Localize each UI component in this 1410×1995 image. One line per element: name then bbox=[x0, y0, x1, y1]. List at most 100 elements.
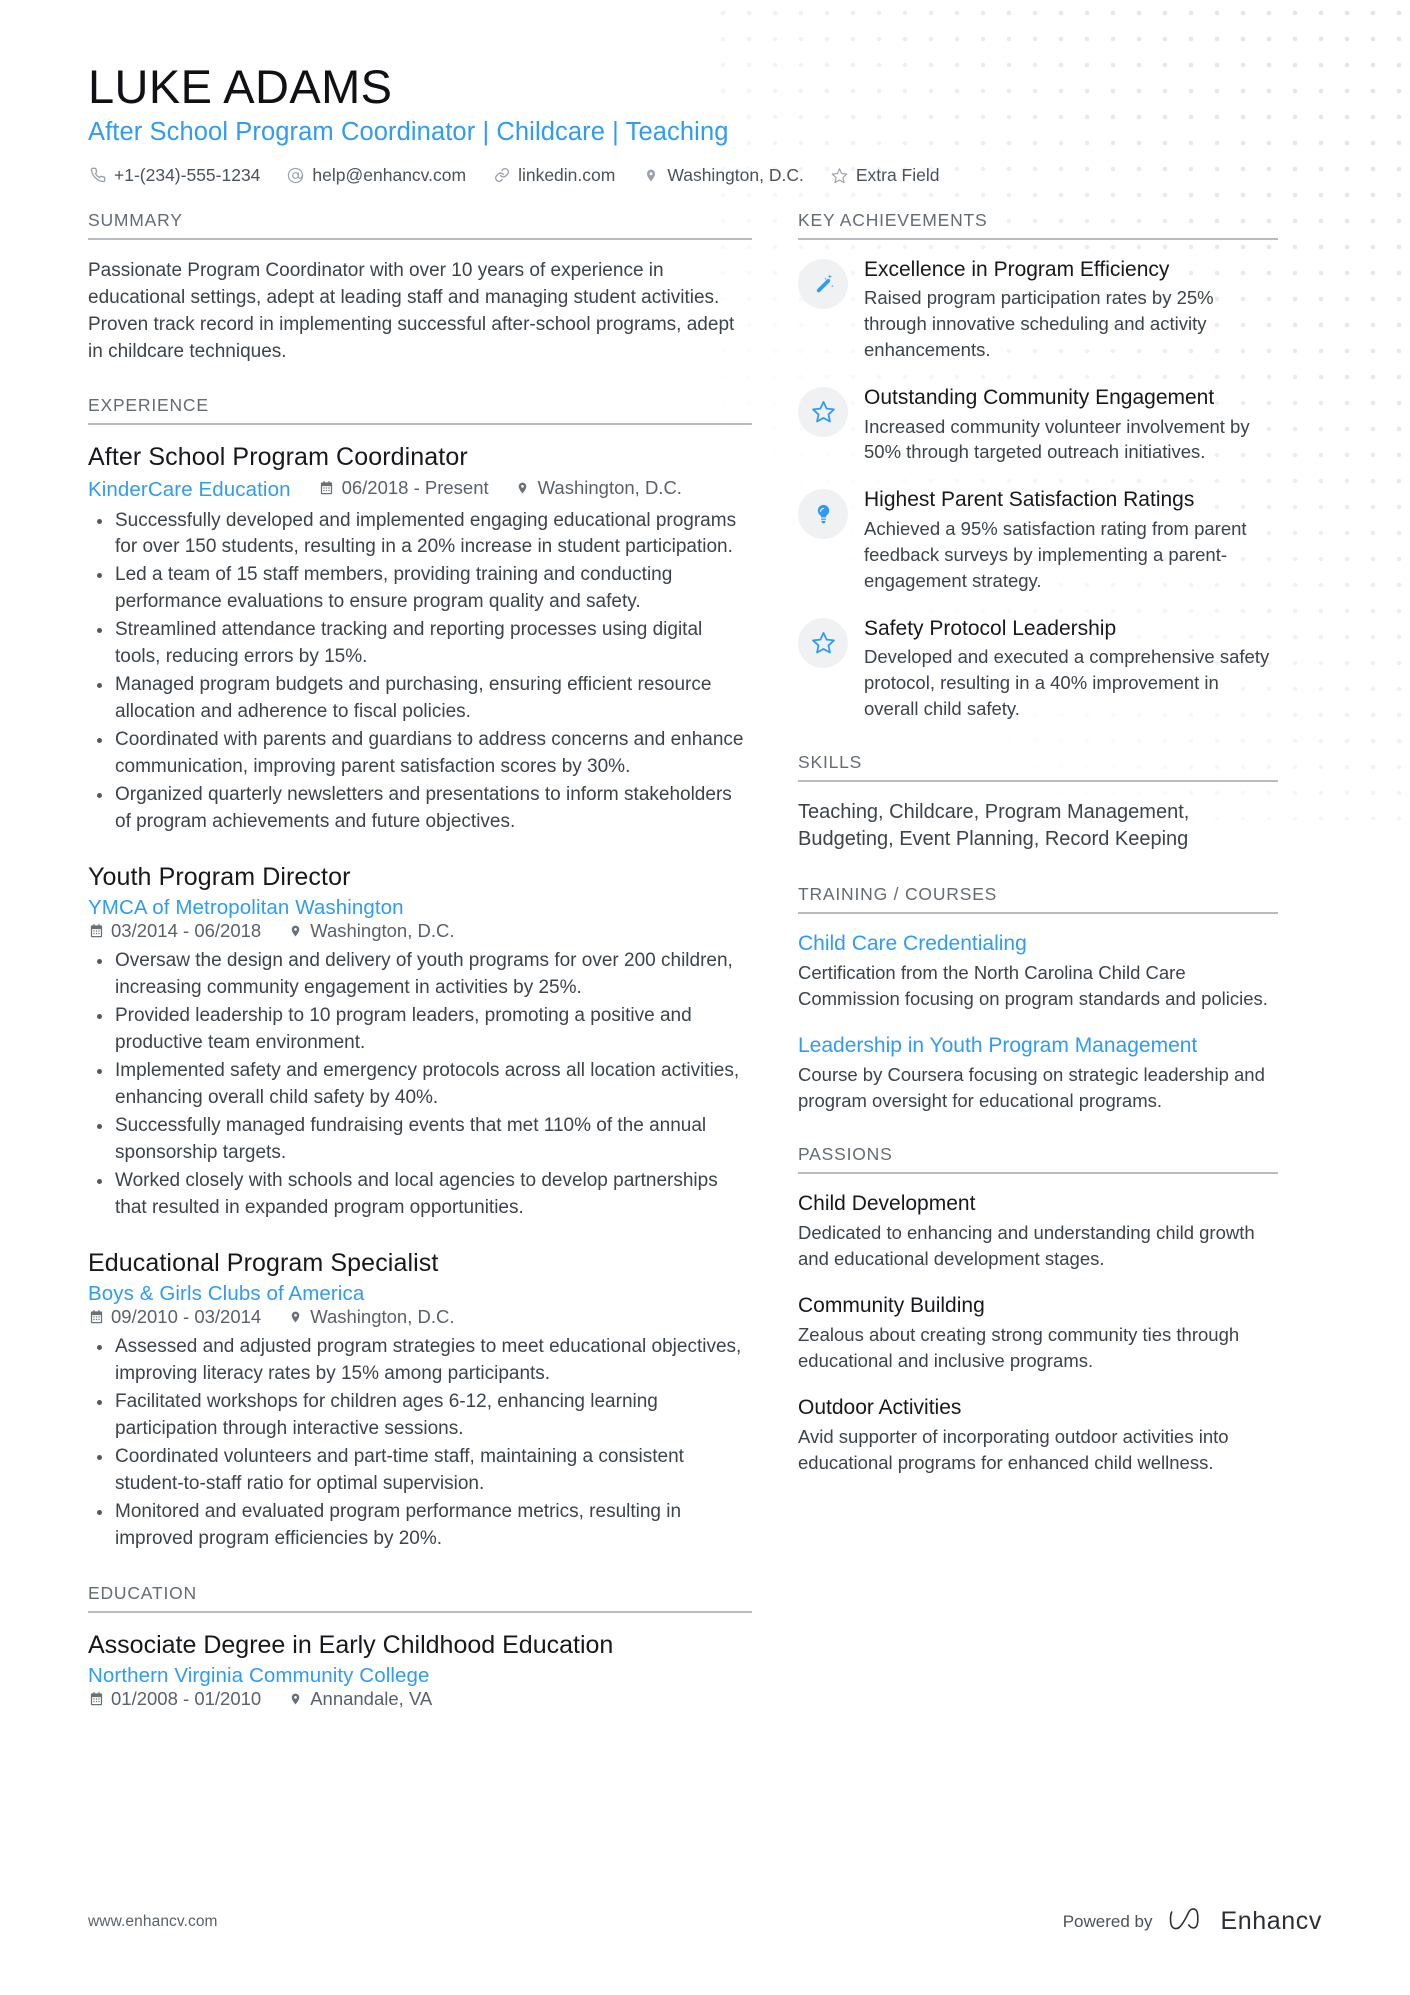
job-bullets: Successfully developed and implemented e… bbox=[88, 508, 752, 837]
achievement-body: Outstanding Community Engagement Increas… bbox=[864, 385, 1278, 465]
job-dates-text: 09/2010 - 03/2014 bbox=[111, 1306, 262, 1328]
job-dates-text: 06/2018 - Present bbox=[341, 476, 489, 498]
job-dates: 03/2014 - 06/2018 bbox=[88, 920, 261, 942]
passion-item: Child Development Dedicated to enhancing… bbox=[798, 1191, 1278, 1272]
email-icon bbox=[286, 166, 305, 185]
lightbulb-icon bbox=[798, 489, 848, 540]
job-bullet: Monitored and evaluated program performa… bbox=[97, 1499, 752, 1553]
footer-url[interactable]: www.enhancv.com bbox=[88, 1913, 218, 1931]
job-meta: 03/2014 - 06/2018 Washington, D.C. bbox=[88, 920, 752, 942]
location-icon bbox=[287, 1691, 303, 1708]
job-bullet: Assessed and adjusted program strategies… bbox=[97, 1334, 752, 1388]
contact-location[interactable]: Washington, D.C. bbox=[641, 165, 804, 186]
experience-item: Youth Program Director YMCA of Metropoli… bbox=[88, 862, 752, 1222]
achievement-item: Safety Protocol Leadership Developed and… bbox=[798, 616, 1278, 722]
section-key-achievements: KEY ACHIEVEMENTS Excellence in Program E… bbox=[798, 210, 1278, 722]
contact-extra-field-text: Extra Field bbox=[855, 164, 940, 185]
job-location-text: Washington, D.C. bbox=[310, 920, 455, 942]
job-location: Washington, D.C. bbox=[515, 477, 682, 499]
job-meta: 09/2010 - 03/2014 Washington, D.C. bbox=[88, 1306, 752, 1328]
powered-by-label: Powered by bbox=[1062, 1911, 1153, 1931]
resume-page: LUKE ADAMS After School Program Coordina… bbox=[0, 0, 1410, 1995]
contact-email-text: help@enhancv.com bbox=[312, 164, 467, 185]
star-icon bbox=[798, 386, 848, 437]
star-icon bbox=[798, 617, 848, 668]
contact-phone[interactable]: +1-(234)-555-1234 bbox=[88, 165, 260, 186]
job-bullet: Worked closely with schools and local ag… bbox=[97, 1168, 752, 1222]
enhancv-wordmark: Enhancv bbox=[1220, 1907, 1322, 1935]
calendar-icon bbox=[88, 1691, 104, 1708]
achievement-title: Safety Protocol Leadership bbox=[864, 616, 1117, 640]
achievement-body: Safety Protocol Leadership Developed and… bbox=[864, 616, 1278, 722]
link-icon bbox=[492, 166, 511, 185]
calendar-icon bbox=[88, 923, 104, 940]
footer-branding: Powered by Enhancv bbox=[1063, 1906, 1322, 1937]
job-bullets: Assessed and adjusted program strategies… bbox=[88, 1334, 752, 1553]
achievement-item: Outstanding Community Engagement Increas… bbox=[798, 385, 1278, 465]
summary-section-title: SUMMARY bbox=[88, 210, 752, 240]
location-icon bbox=[515, 479, 531, 496]
job-company[interactable]: Boys & Girls Clubs of America bbox=[88, 1282, 724, 1306]
resume-content: LUKE ADAMS After School Program Coordina… bbox=[0, 0, 1410, 1740]
contact-extra-field[interactable]: Extra Field bbox=[830, 164, 940, 186]
education-dates-text: 01/2008 - 01/2010 bbox=[111, 1688, 262, 1710]
training-name[interactable]: Leadership in Youth Program Management bbox=[798, 1033, 1278, 1059]
job-bullets: Oversaw the design and delivery of youth… bbox=[88, 948, 752, 1222]
experience-item: Educational Program Specialist Boys & Gi… bbox=[88, 1248, 752, 1553]
phone-icon bbox=[88, 166, 107, 185]
job-company[interactable]: KinderCare Education bbox=[88, 478, 291, 502]
education-section-title: EDUCATION bbox=[88, 1583, 752, 1614]
job-location-text: Washington, D.C. bbox=[310, 1306, 455, 1328]
job-role: After School Program Coordinator bbox=[88, 443, 468, 472]
location-icon bbox=[641, 166, 660, 185]
job-company[interactable]: YMCA of Metropolitan Washington bbox=[88, 896, 724, 920]
passion-name: Child Development bbox=[798, 1192, 976, 1216]
passion-name: Outdoor Activities bbox=[798, 1396, 962, 1420]
job-location: Washington, D.C. bbox=[287, 920, 454, 942]
job-dates: 06/2018 - Present bbox=[319, 477, 489, 499]
job-bullet: Provided leadership to 10 program leader… bbox=[97, 1003, 752, 1057]
education-dates: 01/2008 - 01/2010 bbox=[88, 1688, 261, 1710]
job-bullet: Managed program budgets and purchasing, … bbox=[97, 672, 752, 726]
job-bullet: Streamlined attendance tracking and repo… bbox=[97, 617, 752, 671]
experience-item: After School Program Coordinator KinderC… bbox=[88, 442, 752, 836]
calendar-icon bbox=[88, 1309, 104, 1326]
enhancv-logo[interactable]: Enhancv bbox=[1169, 1906, 1323, 1937]
job-location: Washington, D.C. bbox=[287, 1306, 454, 1328]
candidate-headline: After School Program Coordinator | Child… bbox=[88, 117, 729, 146]
job-bullet: Oversaw the design and delivery of youth… bbox=[97, 948, 752, 1002]
contact-phone-text: +1-(234)-555-1234 bbox=[114, 164, 261, 185]
job-dates-text: 03/2014 - 06/2018 bbox=[111, 920, 262, 942]
achievement-title: Excellence in Program Efficiency bbox=[864, 257, 1170, 281]
left-column: SUMMARY Passionate Program Coordinator w… bbox=[88, 210, 798, 1741]
job-bullet: Successfully developed and implemented e… bbox=[97, 508, 752, 562]
passion-item: Outdoor Activities Avid supporter of inc… bbox=[798, 1395, 1278, 1476]
passion-text: Zealous about creating strong community … bbox=[798, 1324, 1240, 1372]
section-experience: EXPERIENCE After School Program Coordina… bbox=[88, 395, 752, 1553]
education-school[interactable]: Northern Virginia Community College bbox=[88, 1664, 724, 1688]
achievement-body: Highest Parent Satisfaction Ratings Achi… bbox=[864, 487, 1278, 593]
training-text: Certification from the North Carolina Ch… bbox=[798, 962, 1268, 1010]
passion-text: Dedicated to enhancing and understanding… bbox=[798, 1222, 1255, 1270]
achievement-body: Excellence in Program Efficiency Raised … bbox=[864, 257, 1278, 363]
contact-email[interactable]: help@enhancv.com bbox=[286, 165, 466, 186]
job-role: Youth Program Director bbox=[88, 863, 351, 892]
education-location: Annandale, VA bbox=[287, 1688, 432, 1710]
training-item: Child Care Credentialing Certification f… bbox=[798, 931, 1278, 1012]
resume-header: LUKE ADAMS After School Program Coordina… bbox=[88, 61, 1322, 186]
skills-text: Teaching, Childcare, Program Management,… bbox=[798, 800, 1190, 851]
job-location-text: Washington, D.C. bbox=[537, 476, 682, 498]
achievement-title: Outstanding Community Engagement bbox=[864, 385, 1215, 409]
key-achievements-section-title: KEY ACHIEVEMENTS bbox=[798, 210, 1278, 240]
contact-link[interactable]: linkedin.com bbox=[492, 165, 615, 186]
experience-section-title: EXPERIENCE bbox=[88, 395, 752, 426]
education-location-text: Annandale, VA bbox=[310, 1688, 433, 1710]
training-text: Course by Coursera focusing on strategic… bbox=[798, 1064, 1265, 1112]
job-bullet: Organized quarterly newsletters and pres… bbox=[97, 782, 752, 836]
training-name[interactable]: Child Care Credentialing bbox=[798, 931, 1278, 957]
summary-text: Passionate Program Coordinator with over… bbox=[88, 259, 735, 363]
achievement-text: Increased community volunteer involvemen… bbox=[864, 415, 1250, 463]
section-passions: PASSIONS Child Development Dedicated to … bbox=[798, 1144, 1278, 1476]
resume-columns: SUMMARY Passionate Program Coordinator w… bbox=[88, 210, 1322, 1741]
job-bullet: Implemented safety and emergency protoco… bbox=[97, 1058, 752, 1112]
